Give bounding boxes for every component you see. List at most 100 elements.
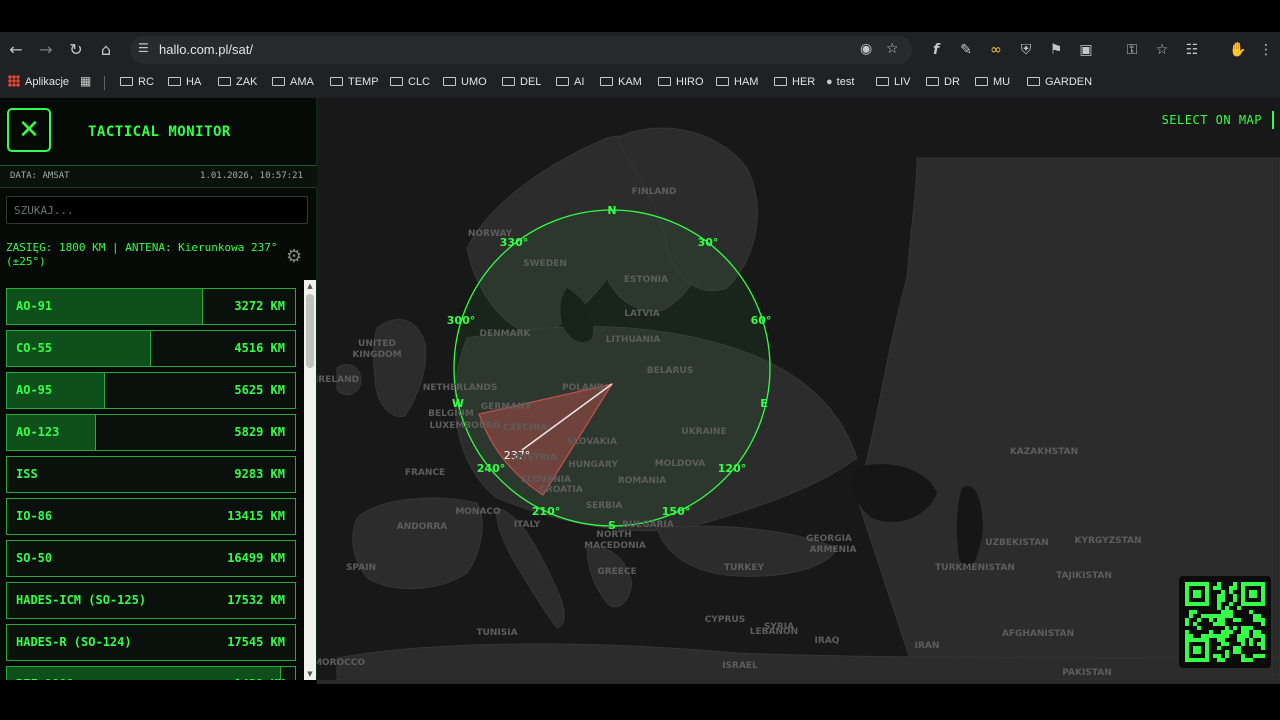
- folder-icon: [600, 77, 613, 86]
- bookmark-folder[interactable]: GARDEN: [1027, 74, 1092, 90]
- satellite-item[interactable]: HADES-R (SO-124) 17545 KM: [6, 624, 296, 661]
- bookmark-folder[interactable]: AI: [556, 74, 584, 90]
- bookmark-folder[interactable]: LIV: [876, 74, 911, 90]
- qr-module: [1225, 642, 1229, 646]
- qr-module: [1225, 630, 1229, 634]
- bookmark-folder[interactable]: HIRO: [658, 74, 704, 90]
- select-on-map-button[interactable]: SELECT ON MAP: [1162, 113, 1262, 127]
- translate-icon[interactable]: ☷: [1182, 40, 1202, 60]
- qr-code-image: [1185, 582, 1265, 662]
- satellite-name: CO-55: [16, 341, 53, 355]
- qr-module: [1229, 630, 1233, 634]
- map-svg[interactable]: N 30° 60° E 120° 150° S 210° 240° W 300°…: [317, 98, 1280, 680]
- gear-icon[interactable]: ⚙: [286, 246, 302, 267]
- satellite-item[interactable]: SO-50 16499 KM: [6, 540, 296, 577]
- bookmark-folder[interactable]: ZAK: [218, 74, 257, 90]
- qr-module: [1213, 634, 1217, 638]
- infinity-extension-icon[interactable]: ∞: [986, 40, 1006, 60]
- bookmark-folder[interactable]: MU: [975, 74, 1010, 90]
- bookmark-folder[interactable]: TEMP: [330, 74, 379, 90]
- bookmark-folder[interactable]: HA: [168, 74, 201, 90]
- satellite-item[interactable]: CO-55 4516 KM: [6, 330, 296, 367]
- key-icon[interactable]: ⚿: [1122, 40, 1142, 60]
- hand-extension-icon[interactable]: ✋: [1228, 40, 1248, 60]
- country-label: LITHUANIA: [606, 335, 661, 345]
- bookmark-folder[interactable]: DEL: [502, 74, 541, 90]
- apps-grid-icon: [8, 75, 20, 87]
- scroll-down-icon[interactable]: ▼: [304, 668, 316, 680]
- satellite-item[interactable]: AO-91 3272 KM: [6, 288, 296, 325]
- satellite-distance: 5829 KM: [234, 425, 285, 439]
- satellite-item[interactable]: ISS 9283 KM: [6, 456, 296, 493]
- compass-label: 300°: [447, 314, 475, 327]
- satellite-item[interactable]: RFF-19991439 KM: [6, 666, 296, 680]
- home-icon[interactable]: ⌂: [94, 38, 118, 62]
- bookmark-folder[interactable]: RC: [120, 74, 154, 90]
- tab-groups-icon[interactable]: ▦: [80, 74, 91, 88]
- qr-module: [1241, 658, 1245, 662]
- bookmark-link[interactable]: ● test: [826, 74, 854, 90]
- search-input[interactable]: [6, 196, 308, 224]
- menu-kebab-icon[interactable]: ⋮: [1256, 40, 1276, 60]
- reload-icon[interactable]: ↻: [64, 38, 88, 62]
- qr-module: [1185, 630, 1189, 634]
- country-label: ISRAEL: [722, 661, 758, 671]
- qr-module: [1233, 650, 1237, 654]
- bookmark-label: RC: [138, 76, 154, 88]
- bookmark-label: DR: [944, 76, 960, 88]
- satellite-item[interactable]: AO-95 5625 KM: [6, 372, 296, 409]
- qr-module: [1249, 658, 1253, 662]
- site-info-icon[interactable]: ☰: [138, 41, 149, 55]
- window-top-bar: [0, 0, 1280, 32]
- bookmark-folder[interactable]: HAM: [716, 74, 758, 90]
- qr-module: [1245, 626, 1249, 630]
- color-picker-icon[interactable]: ✎: [956, 40, 976, 60]
- country-label: CROATIA: [539, 485, 583, 495]
- qr-module: [1221, 590, 1225, 594]
- country-label: IRAQ: [815, 636, 840, 646]
- satellite-item[interactable]: HADES-ICM (SO-125) 17532 KM: [6, 582, 296, 619]
- country-label: MACEDONIA: [584, 541, 646, 551]
- bookmark-folder[interactable]: UMO: [443, 74, 487, 90]
- list-scrollbar[interactable]: ▲ ▼: [304, 280, 316, 680]
- qr-module: [1225, 606, 1229, 610]
- function-extension-icon[interactable]: f: [926, 40, 946, 60]
- qr-module: [1189, 634, 1193, 638]
- bookmark-folder[interactable]: HER: [774, 74, 815, 90]
- bookmark-folder[interactable]: KAM: [600, 74, 642, 90]
- qr-module: [1261, 638, 1265, 642]
- bookmark-folder[interactable]: DR: [926, 74, 960, 90]
- back-icon[interactable]: ←: [4, 38, 28, 62]
- location-icon[interactable]: ◉: [860, 41, 872, 57]
- qr-module: [1193, 622, 1197, 626]
- country-label: CZECHIA: [503, 423, 547, 433]
- map[interactable]: N 30° 60° E 120° 150° S 210° 240° W 300°…: [317, 98, 1280, 680]
- satellite-item[interactable]: IO-86 13415 KM: [6, 498, 296, 535]
- nav-row: ← → ↻ ⌂ ☰ hallo.com.pl/sat/ ◉ ☆ f ✎ ∞ ⛨ …: [0, 32, 1280, 68]
- qr-module: [1253, 654, 1257, 658]
- bookmark-apps[interactable]: Aplikacje: [8, 74, 69, 90]
- qr-code: [1179, 576, 1271, 668]
- close-button[interactable]: ✕: [7, 108, 51, 152]
- forward-icon[interactable]: →: [34, 38, 58, 62]
- qr-module: [1241, 654, 1245, 658]
- bookmark-label: test: [836, 76, 855, 88]
- star-extension-icon[interactable]: ☆: [1152, 40, 1172, 60]
- satellite-item[interactable]: AO-123 5829 KM: [6, 414, 296, 451]
- scroll-thumb[interactable]: [306, 294, 314, 368]
- qr-module: [1205, 614, 1209, 618]
- bookmark-star-icon[interactable]: ☆: [886, 41, 899, 57]
- country-label: GERMANY: [481, 402, 532, 412]
- country-label: KYRGYZSTAN: [1074, 536, 1141, 546]
- qr-module: [1217, 618, 1221, 622]
- extensions-puzzle-icon[interactable]: ▣: [1076, 40, 1096, 60]
- qr-module: [1241, 630, 1245, 634]
- qr-module: [1261, 622, 1265, 626]
- qr-module: [1221, 658, 1225, 662]
- bookmark-folder[interactable]: CLC: [390, 74, 430, 90]
- tag-extension-icon[interactable]: ⚑: [1046, 40, 1066, 60]
- shield-icon[interactable]: ⛨: [1016, 40, 1036, 60]
- scroll-up-icon[interactable]: ▲: [304, 280, 316, 292]
- address-bar[interactable]: ☰ hallo.com.pl/sat/ ◉ ☆: [130, 36, 912, 64]
- bookmark-folder[interactable]: AMA: [272, 74, 314, 90]
